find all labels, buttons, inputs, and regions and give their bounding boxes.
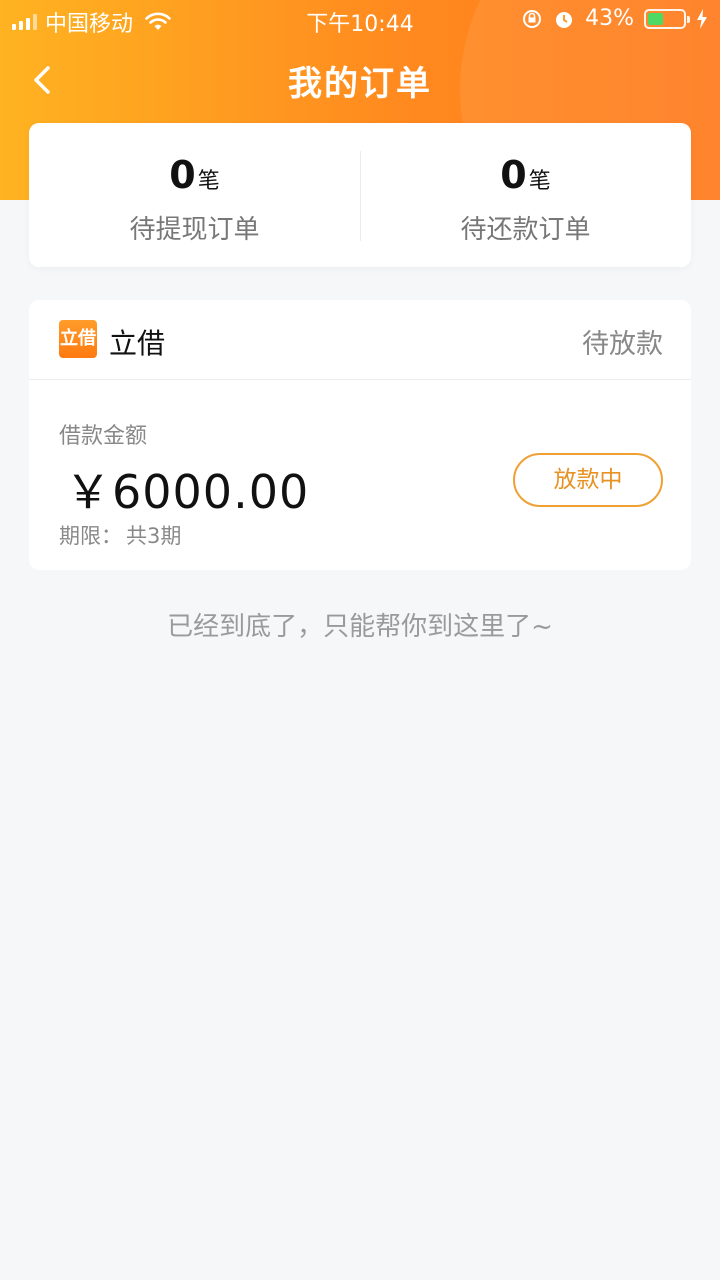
- battery-percent: 43%: [585, 6, 634, 31]
- stat-label: 待提现订单: [129, 215, 260, 245]
- stat-pending-withdraw-number: 0笔: [29, 153, 360, 197]
- stat-label: 待还款订单: [460, 215, 591, 245]
- order-card-header: 立借 立借 待放款: [29, 300, 691, 380]
- brand-logo-icon: 立借: [59, 320, 97, 358]
- stat-unit: 笔: [197, 169, 220, 194]
- brand-name: 立借: [109, 327, 166, 360]
- order-stats-card: 0笔 待提现订单 0笔 待还款订单: [29, 123, 691, 267]
- battery-level: [648, 12, 663, 25]
- stat-pending-withdraw[interactable]: 0笔 待提现订单: [29, 123, 360, 267]
- rotation-lock-icon: [523, 9, 542, 28]
- status-bar: 中国移动 下午10:44 43%: [0, 0, 720, 40]
- alarm-icon: [556, 11, 573, 28]
- screen: 中国移动 下午10:44 43% 我的订单 0笔 待提现订单 0笔 待还款订单 …: [0, 0, 720, 1280]
- loan-amount: ￥6000.00: [65, 465, 310, 519]
- stat-count: 0: [500, 153, 527, 197]
- stat-pending-repay-number: 0笔: [360, 153, 691, 197]
- loan-status-button[interactable]: 放款中: [513, 453, 663, 507]
- order-status: 待放款: [582, 329, 663, 360]
- page-title: 我的订单: [288, 64, 432, 104]
- stat-pending-repay[interactable]: 0笔 待还款订单: [360, 123, 691, 267]
- nav-bar: 我的订单: [0, 44, 720, 116]
- amount-label: 借款金额: [59, 424, 148, 449]
- loan-term: 期限： 共3期: [59, 520, 181, 550]
- status-right: 43%: [521, 6, 708, 31]
- stat-count: 0: [169, 153, 196, 197]
- stat-unit: 笔: [528, 169, 551, 194]
- term-label: 期限：: [59, 524, 122, 548]
- end-of-list-note: 已经到底了，只能帮你到这里了~: [167, 612, 553, 642]
- order-card[interactable]: 立借 立借 待放款 借款金额 ￥6000.00 期限： 共3期 放款中: [29, 300, 691, 570]
- charging-icon: [697, 8, 707, 29]
- battery-icon: [644, 8, 690, 29]
- term-value: 共3期: [126, 524, 182, 548]
